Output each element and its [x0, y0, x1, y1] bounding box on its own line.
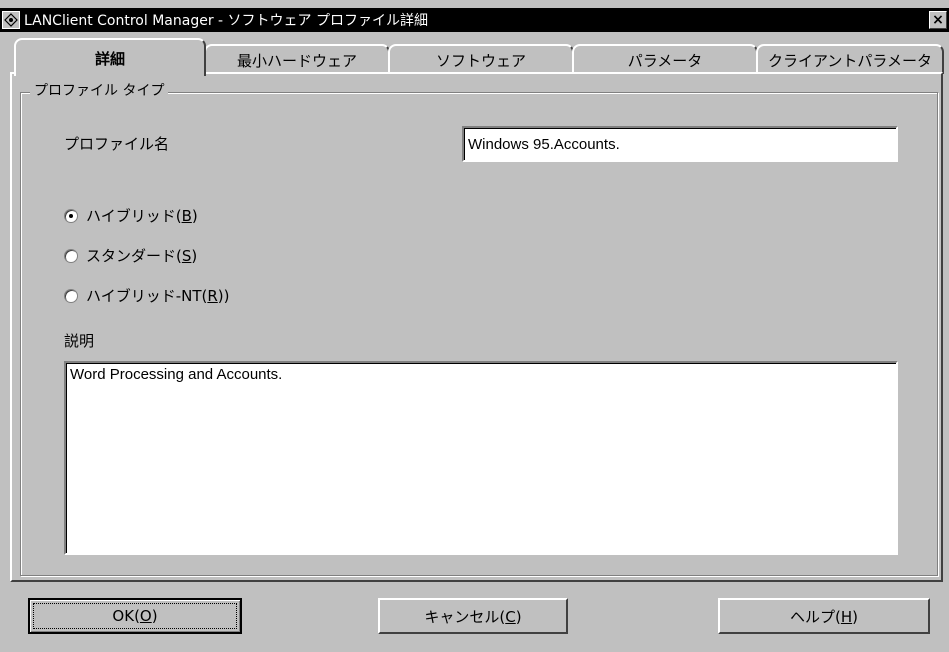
- radio-button[interactable]: [64, 208, 78, 223]
- group-title: プロファイル タイプ: [30, 80, 169, 100]
- button-label: キャンセル(C): [424, 607, 522, 626]
- tab-label: ソフトウェア: [435, 51, 526, 70]
- ok-button[interactable]: OK(O): [28, 598, 242, 634]
- radio-standard[interactable]: スタンダード(S): [64, 245, 197, 266]
- app-icon: [2, 11, 20, 29]
- profile-name-label: プロファイル名: [64, 135, 170, 153]
- dialog-window: LANClient Control Manager - ソフトウェア プロファイ…: [0, 0, 949, 652]
- tab-parameters[interactable]: パラメータ: [572, 44, 758, 74]
- title-bar[interactable]: LANClient Control Manager - ソフトウェア プロファイ…: [0, 8, 949, 32]
- help-button[interactable]: ヘルプ(H): [718, 598, 930, 634]
- focus-rect: [33, 603, 237, 629]
- tab-software[interactable]: ソフトウェア: [388, 44, 574, 74]
- tab-label: 詳細: [94, 49, 125, 68]
- tab-client-parameters[interactable]: クライアントパラメータ: [756, 44, 944, 74]
- window-title: LANClient Control Manager - ソフトウェア プロファイ…: [24, 13, 428, 29]
- button-label: ヘルプ(H): [789, 607, 858, 626]
- radio-label: ハイブリッド-NT(R)): [86, 287, 230, 305]
- profile-name-field[interactable]: [462, 126, 898, 162]
- tab-strip: 詳細 最小ハードウェア ソフトウェア パラメータ クライアントパラメータ: [0, 36, 949, 76]
- description-field[interactable]: Word Processing and Accounts.: [64, 361, 898, 555]
- radio-hybrid-nt[interactable]: ハイブリッド-NT(R)): [64, 285, 230, 306]
- tab-min-hardware[interactable]: 最小ハードウェア: [204, 44, 390, 74]
- cancel-button[interactable]: キャンセル(C): [378, 598, 568, 634]
- radio-button[interactable]: [64, 248, 78, 263]
- close-icon[interactable]: ×: [929, 11, 947, 29]
- radio-label: スタンダード(S): [86, 247, 198, 265]
- radio-hybrid[interactable]: ハイブリッド(B): [64, 205, 198, 226]
- tab-label: クライアントパラメータ: [768, 51, 932, 70]
- tab-label: 最小ハードウェア: [236, 51, 357, 70]
- tab-details[interactable]: 詳細: [14, 38, 206, 76]
- description-label: 説明: [64, 332, 95, 350]
- radio-button[interactable]: [64, 288, 78, 303]
- radio-label: ハイブリッド(B): [86, 207, 198, 225]
- tab-label: パラメータ: [627, 51, 703, 70]
